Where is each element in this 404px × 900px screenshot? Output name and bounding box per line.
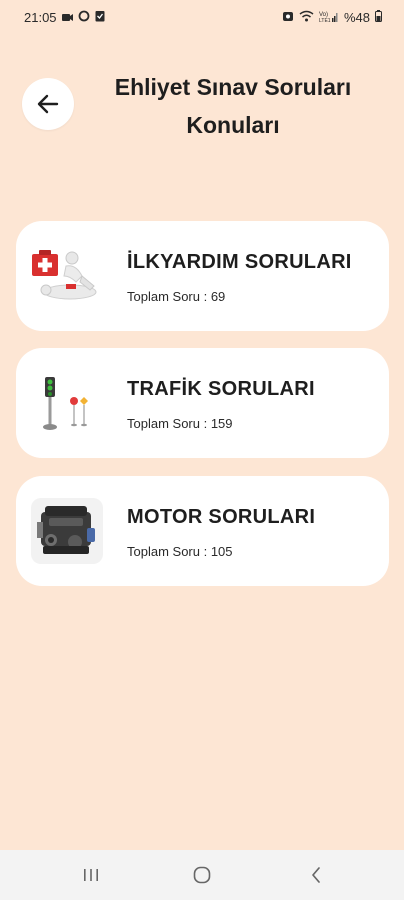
page-title: Ehliyet Sınav Soruları Konuları (114, 74, 352, 138)
category-title: İLKYARDIM SORULARI (127, 251, 352, 273)
home-icon (193, 866, 211, 884)
camera-icon (61, 10, 73, 25)
back-nav-button[interactable] (301, 864, 331, 886)
question-count: Toplam Soru : 159 (127, 416, 233, 431)
status-left: 21:05 (24, 10, 105, 25)
category-card-motor[interactable]: MOTOR SORULARI Toplam Soru : 105 (16, 476, 389, 586)
category-card-trafik[interactable]: TRAFİK SORULARI Toplam Soru : 159 (16, 348, 389, 458)
svg-text:LTE1: LTE1 (319, 18, 331, 22)
alarm-icon (282, 10, 294, 25)
back-button[interactable] (22, 78, 74, 130)
status-bar: 21:05 Vo) LTE1 %48 (0, 0, 404, 34)
battery-icon (375, 9, 382, 25)
arrow-left-icon (37, 94, 59, 114)
status-time: 21:05 (24, 9, 57, 25)
recent-apps-button[interactable] (76, 864, 106, 886)
wifi-icon (299, 10, 314, 25)
system-nav-bar (0, 850, 404, 900)
signal-icon: Vo) LTE1 (319, 10, 339, 25)
first-aid-icon (30, 241, 104, 311)
clipboard-icon (95, 10, 105, 25)
question-count: Toplam Soru : 69 (127, 289, 226, 304)
category-card-ilkyardim[interactable]: İLKYARDIM SORULARI Toplam Soru : 69 (16, 221, 389, 331)
engine-icon (30, 496, 104, 566)
traffic-light-icon (30, 368, 104, 438)
battery-percent: %48 (343, 9, 370, 25)
chevron-left-icon (312, 867, 320, 883)
recent-apps-icon (84, 869, 98, 881)
question-count: Toplam Soru : 105 (127, 544, 233, 559)
sync-icon (78, 10, 90, 25)
category-title: TRAFİK SORULARI (127, 378, 315, 400)
header: Ehliyet Sınav Soruları Konuları (0, 60, 404, 150)
status-right: Vo) LTE1 %48 (282, 9, 382, 25)
category-title: MOTOR SORULARI (127, 506, 316, 528)
home-button[interactable] (187, 864, 217, 886)
